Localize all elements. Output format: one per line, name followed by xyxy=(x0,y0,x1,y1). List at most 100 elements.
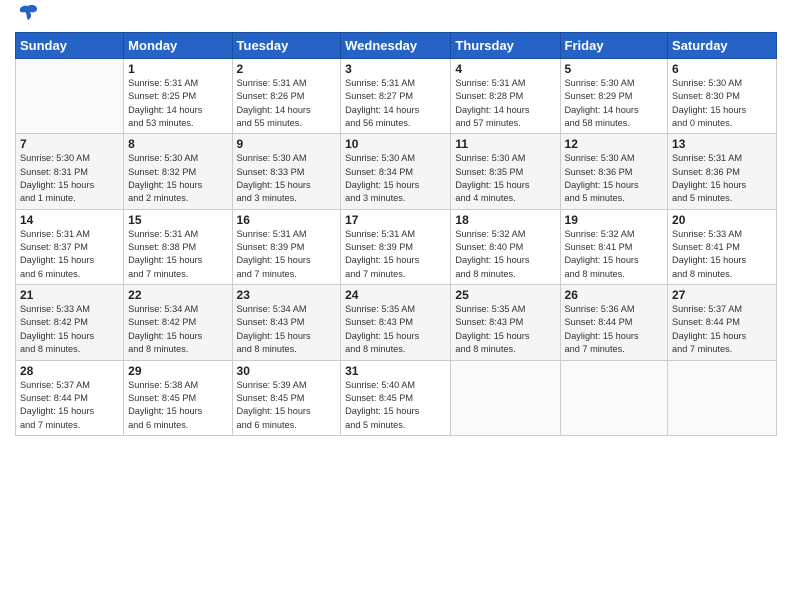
calendar-cell: 15Sunrise: 5:31 AM Sunset: 8:38 PM Dayli… xyxy=(124,209,232,284)
day-number: 7 xyxy=(20,137,119,151)
day-info: Sunrise: 5:31 AM Sunset: 8:38 PM Dayligh… xyxy=(128,228,227,281)
day-number: 1 xyxy=(128,62,227,76)
calendar-cell: 9Sunrise: 5:30 AM Sunset: 8:33 PM Daylig… xyxy=(232,134,341,209)
day-info: Sunrise: 5:35 AM Sunset: 8:43 PM Dayligh… xyxy=(455,303,555,356)
calendar-cell: 6Sunrise: 5:30 AM Sunset: 8:30 PM Daylig… xyxy=(668,59,777,134)
day-info: Sunrise: 5:31 AM Sunset: 8:39 PM Dayligh… xyxy=(237,228,337,281)
day-number: 31 xyxy=(345,364,446,378)
calendar-cell: 11Sunrise: 5:30 AM Sunset: 8:35 PM Dayli… xyxy=(451,134,560,209)
day-info: Sunrise: 5:31 AM Sunset: 8:25 PM Dayligh… xyxy=(128,77,227,130)
calendar-week-4: 21Sunrise: 5:33 AM Sunset: 8:42 PM Dayli… xyxy=(16,285,777,360)
calendar-header: SundayMondayTuesdayWednesdayThursdayFrid… xyxy=(16,33,777,59)
calendar-cell: 26Sunrise: 5:36 AM Sunset: 8:44 PM Dayli… xyxy=(560,285,668,360)
day-info: Sunrise: 5:30 AM Sunset: 8:34 PM Dayligh… xyxy=(345,152,446,205)
weekday-header-saturday: Saturday xyxy=(668,33,777,59)
day-info: Sunrise: 5:37 AM Sunset: 8:44 PM Dayligh… xyxy=(672,303,772,356)
day-info: Sunrise: 5:31 AM Sunset: 8:27 PM Dayligh… xyxy=(345,77,446,130)
calendar-cell: 4Sunrise: 5:31 AM Sunset: 8:28 PM Daylig… xyxy=(451,59,560,134)
calendar-cell: 31Sunrise: 5:40 AM Sunset: 8:45 PM Dayli… xyxy=(341,360,451,435)
day-number: 5 xyxy=(565,62,664,76)
day-info: Sunrise: 5:34 AM Sunset: 8:42 PM Dayligh… xyxy=(128,303,227,356)
day-info: Sunrise: 5:30 AM Sunset: 8:35 PM Dayligh… xyxy=(455,152,555,205)
header xyxy=(15,10,777,24)
day-number: 11 xyxy=(455,137,555,151)
day-info: Sunrise: 5:39 AM Sunset: 8:45 PM Dayligh… xyxy=(237,379,337,432)
day-number: 8 xyxy=(128,137,227,151)
day-info: Sunrise: 5:30 AM Sunset: 8:33 PM Dayligh… xyxy=(237,152,337,205)
calendar-cell: 17Sunrise: 5:31 AM Sunset: 8:39 PM Dayli… xyxy=(341,209,451,284)
calendar-cell: 16Sunrise: 5:31 AM Sunset: 8:39 PM Dayli… xyxy=(232,209,341,284)
weekday-header-friday: Friday xyxy=(560,33,668,59)
day-info: Sunrise: 5:31 AM Sunset: 8:26 PM Dayligh… xyxy=(237,77,337,130)
logo-bird-icon xyxy=(17,2,39,24)
day-number: 4 xyxy=(455,62,555,76)
day-info: Sunrise: 5:30 AM Sunset: 8:32 PM Dayligh… xyxy=(128,152,227,205)
day-info: Sunrise: 5:38 AM Sunset: 8:45 PM Dayligh… xyxy=(128,379,227,432)
calendar-cell: 28Sunrise: 5:37 AM Sunset: 8:44 PM Dayli… xyxy=(16,360,124,435)
weekday-header-thursday: Thursday xyxy=(451,33,560,59)
calendar-cell: 13Sunrise: 5:31 AM Sunset: 8:36 PM Dayli… xyxy=(668,134,777,209)
weekday-row: SundayMondayTuesdayWednesdayThursdayFrid… xyxy=(16,33,777,59)
day-info: Sunrise: 5:35 AM Sunset: 8:43 PM Dayligh… xyxy=(345,303,446,356)
calendar-cell xyxy=(668,360,777,435)
day-info: Sunrise: 5:36 AM Sunset: 8:44 PM Dayligh… xyxy=(565,303,664,356)
calendar-cell: 1Sunrise: 5:31 AM Sunset: 8:25 PM Daylig… xyxy=(124,59,232,134)
logo xyxy=(15,10,39,24)
day-info: Sunrise: 5:33 AM Sunset: 8:41 PM Dayligh… xyxy=(672,228,772,281)
calendar: SundayMondayTuesdayWednesdayThursdayFrid… xyxy=(15,32,777,436)
day-number: 30 xyxy=(237,364,337,378)
calendar-cell: 7Sunrise: 5:30 AM Sunset: 8:31 PM Daylig… xyxy=(16,134,124,209)
day-info: Sunrise: 5:33 AM Sunset: 8:42 PM Dayligh… xyxy=(20,303,119,356)
calendar-cell: 2Sunrise: 5:31 AM Sunset: 8:26 PM Daylig… xyxy=(232,59,341,134)
calendar-cell: 8Sunrise: 5:30 AM Sunset: 8:32 PM Daylig… xyxy=(124,134,232,209)
day-info: Sunrise: 5:31 AM Sunset: 8:28 PM Dayligh… xyxy=(455,77,555,130)
day-number: 9 xyxy=(237,137,337,151)
day-number: 16 xyxy=(237,213,337,227)
day-number: 2 xyxy=(237,62,337,76)
day-info: Sunrise: 5:32 AM Sunset: 8:40 PM Dayligh… xyxy=(455,228,555,281)
calendar-cell: 18Sunrise: 5:32 AM Sunset: 8:40 PM Dayli… xyxy=(451,209,560,284)
day-number: 19 xyxy=(565,213,664,227)
calendar-cell: 24Sunrise: 5:35 AM Sunset: 8:43 PM Dayli… xyxy=(341,285,451,360)
calendar-cell: 3Sunrise: 5:31 AM Sunset: 8:27 PM Daylig… xyxy=(341,59,451,134)
calendar-cell xyxy=(560,360,668,435)
day-number: 20 xyxy=(672,213,772,227)
day-number: 29 xyxy=(128,364,227,378)
day-number: 18 xyxy=(455,213,555,227)
day-info: Sunrise: 5:31 AM Sunset: 8:37 PM Dayligh… xyxy=(20,228,119,281)
calendar-cell: 29Sunrise: 5:38 AM Sunset: 8:45 PM Dayli… xyxy=(124,360,232,435)
calendar-cell: 5Sunrise: 5:30 AM Sunset: 8:29 PM Daylig… xyxy=(560,59,668,134)
calendar-cell: 14Sunrise: 5:31 AM Sunset: 8:37 PM Dayli… xyxy=(16,209,124,284)
day-info: Sunrise: 5:31 AM Sunset: 8:36 PM Dayligh… xyxy=(672,152,772,205)
day-number: 10 xyxy=(345,137,446,151)
calendar-cell: 20Sunrise: 5:33 AM Sunset: 8:41 PM Dayli… xyxy=(668,209,777,284)
calendar-cell: 23Sunrise: 5:34 AM Sunset: 8:43 PM Dayli… xyxy=(232,285,341,360)
weekday-header-monday: Monday xyxy=(124,33,232,59)
day-number: 12 xyxy=(565,137,664,151)
day-number: 6 xyxy=(672,62,772,76)
day-info: Sunrise: 5:30 AM Sunset: 8:36 PM Dayligh… xyxy=(565,152,664,205)
calendar-week-1: 1Sunrise: 5:31 AM Sunset: 8:25 PM Daylig… xyxy=(16,59,777,134)
calendar-cell xyxy=(16,59,124,134)
weekday-header-tuesday: Tuesday xyxy=(232,33,341,59)
calendar-cell: 19Sunrise: 5:32 AM Sunset: 8:41 PM Dayli… xyxy=(560,209,668,284)
day-info: Sunrise: 5:30 AM Sunset: 8:29 PM Dayligh… xyxy=(565,77,664,130)
day-number: 27 xyxy=(672,288,772,302)
page: SundayMondayTuesdayWednesdayThursdayFrid… xyxy=(0,0,792,451)
calendar-cell: 21Sunrise: 5:33 AM Sunset: 8:42 PM Dayli… xyxy=(16,285,124,360)
day-info: Sunrise: 5:32 AM Sunset: 8:41 PM Dayligh… xyxy=(565,228,664,281)
calendar-cell: 27Sunrise: 5:37 AM Sunset: 8:44 PM Dayli… xyxy=(668,285,777,360)
day-info: Sunrise: 5:40 AM Sunset: 8:45 PM Dayligh… xyxy=(345,379,446,432)
day-number: 3 xyxy=(345,62,446,76)
weekday-header-sunday: Sunday xyxy=(16,33,124,59)
calendar-cell: 22Sunrise: 5:34 AM Sunset: 8:42 PM Dayli… xyxy=(124,285,232,360)
day-number: 21 xyxy=(20,288,119,302)
day-number: 22 xyxy=(128,288,227,302)
day-info: Sunrise: 5:34 AM Sunset: 8:43 PM Dayligh… xyxy=(237,303,337,356)
day-number: 14 xyxy=(20,213,119,227)
day-info: Sunrise: 5:31 AM Sunset: 8:39 PM Dayligh… xyxy=(345,228,446,281)
day-number: 13 xyxy=(672,137,772,151)
calendar-body: 1Sunrise: 5:31 AM Sunset: 8:25 PM Daylig… xyxy=(16,59,777,436)
weekday-header-wednesday: Wednesday xyxy=(341,33,451,59)
calendar-cell: 30Sunrise: 5:39 AM Sunset: 8:45 PM Dayli… xyxy=(232,360,341,435)
